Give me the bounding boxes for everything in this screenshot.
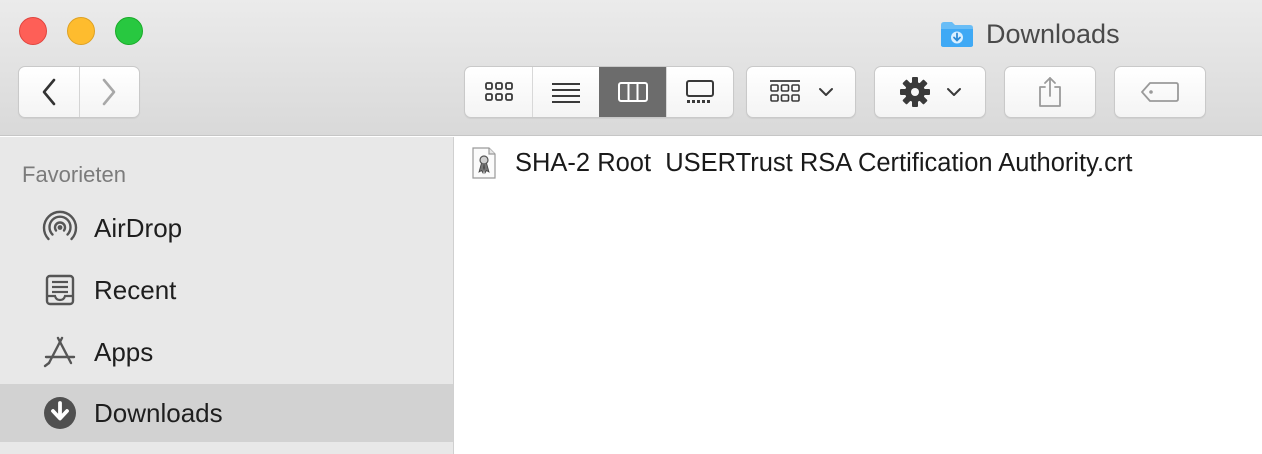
sidebar-section-favorites: Favorieten	[22, 162, 126, 187]
minimize-window-button[interactable]	[67, 17, 95, 45]
forward-button[interactable]	[78, 67, 139, 117]
close-window-button[interactable]	[19, 17, 47, 45]
chevron-left-icon	[42, 78, 56, 106]
maximize-window-button[interactable]	[115, 17, 143, 45]
file-name: SHA-2 Root USERTrust RSA Certification A…	[515, 148, 1133, 177]
icon-view-button[interactable]	[465, 67, 532, 117]
gear-icon	[900, 77, 930, 107]
file-item[interactable]: SHA-2 Root USERTrust RSA Certification A…	[471, 143, 1132, 183]
group-by-button[interactable]	[746, 66, 856, 118]
column-view-icon	[618, 82, 648, 102]
sidebar-item-recent[interactable]: Recent	[0, 261, 453, 319]
gallery-view-button[interactable]	[666, 67, 733, 117]
back-button[interactable]	[19, 67, 79, 117]
tags-button[interactable]	[1114, 66, 1206, 118]
downloads-icon	[40, 393, 80, 433]
group-icon	[770, 80, 800, 102]
sidebar-item-label: AirDrop	[94, 212, 183, 243]
navigation-buttons	[18, 66, 140, 118]
chevron-down-icon	[819, 88, 833, 96]
share-button[interactable]	[1004, 66, 1096, 118]
sidebar-item-apps[interactable]: Apps	[0, 323, 453, 381]
window-title: Downloads	[940, 18, 1120, 50]
titlebar: Downloads	[0, 0, 1262, 136]
sidebar-item-airdrop[interactable]: AirDrop	[0, 199, 453, 257]
sidebar-item-label: Recent	[94, 274, 177, 305]
view-mode-control	[464, 66, 734, 118]
icon-view-icon	[484, 82, 513, 101]
column-view-button[interactable]	[599, 67, 666, 117]
tag-icon	[1141, 82, 1179, 102]
list-view-button[interactable]	[532, 67, 599, 117]
action-menu-button[interactable]	[874, 66, 986, 118]
gallery-view-icon	[686, 80, 714, 103]
sidebar-item-label: Apps	[94, 336, 154, 367]
file-list: SHA-2 Root USERTrust RSA Certification A…	[455, 137, 1262, 454]
chevron-right-icon	[103, 78, 116, 106]
certificate-file-icon	[471, 146, 497, 180]
share-icon	[1039, 77, 1061, 107]
apps-icon	[40, 332, 80, 372]
downloads-folder-icon	[940, 20, 974, 48]
chevron-down-icon	[947, 88, 961, 96]
sidebar: Favorieten AirDrop Recent Apps Downloads	[0, 137, 454, 454]
recent-icon	[40, 270, 80, 310]
list-view-icon	[552, 83, 580, 103]
sidebar-item-downloads[interactable]: Downloads	[0, 384, 453, 442]
finder-window: Downloads Favorieten AirDrop Recent Apps…	[0, 0, 1262, 454]
airdrop-icon	[40, 208, 80, 248]
window-title-text: Downloads	[986, 18, 1120, 49]
sidebar-item-label: Downloads	[94, 397, 223, 428]
